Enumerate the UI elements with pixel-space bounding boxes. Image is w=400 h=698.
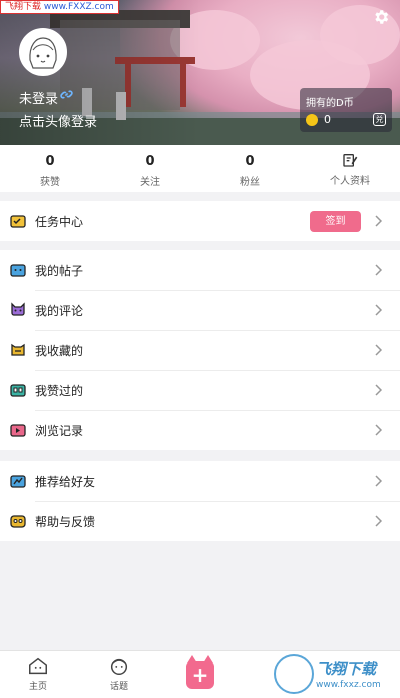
topics-icon <box>108 655 130 677</box>
dcoin-title: 拥有的D币 <box>306 98 354 109</box>
chevron-right-icon <box>375 384 383 396</box>
stat-following[interactable]: 0 关注 <box>100 145 200 192</box>
chevron-right-icon <box>375 515 383 527</box>
menu-item-label: 浏览记录 <box>35 423 84 438</box>
stat-label: 关注 <box>140 177 160 188</box>
coin-icon <box>306 114 318 126</box>
login-status: 未登录 <box>19 88 58 107</box>
watermark-logo <box>274 654 314 694</box>
history-icon <box>10 422 26 438</box>
watermark-site: www.fxxz.com <box>316 680 381 690</box>
watermark-site: www.FXXZ.com <box>43 2 114 12</box>
chevron-right-icon <box>375 304 383 316</box>
menu-item-my-comments[interactable]: 我的评论 <box>0 290 400 330</box>
dcoin-panel[interactable]: 拥有的D币 0 兑 <box>300 88 392 132</box>
menu-item-my-posts[interactable]: 我的帖子 <box>0 250 400 290</box>
nav-home[interactable]: 主页 <box>13 655 63 692</box>
chevron-right-icon <box>375 344 383 356</box>
menu-item-label: 推荐给好友 <box>35 474 96 489</box>
stat-label: 获赞 <box>40 177 60 188</box>
task-group: 任务中心 签到 <box>0 201 400 241</box>
dcoin-value: 0 <box>324 113 331 126</box>
home-icon <box>27 655 49 677</box>
link-icon[interactable] <box>60 88 73 101</box>
task-center-label: 任务中心 <box>35 214 84 229</box>
stat-value: 0 <box>45 154 55 169</box>
stat-value: 0 <box>145 154 155 169</box>
menu-item-my-favorites[interactable]: 我收藏的 <box>0 330 400 370</box>
menu-item-label: 帮助与反馈 <box>35 514 96 529</box>
chevron-right-icon <box>375 264 383 276</box>
chevron-right-icon <box>375 215 383 227</box>
menu-item-share[interactable]: 推荐给好友 <box>0 461 400 501</box>
menu-item-liked[interactable]: 我赞过的 <box>0 370 400 410</box>
menu-item-history[interactable]: 浏览记录 <box>0 410 400 450</box>
login-hint[interactable]: 点击头像登录 <box>19 111 97 130</box>
watermark-top: 飞翔下载 www.FXXZ.com <box>0 0 119 14</box>
stat-likes[interactable]: 0 获赞 <box>0 145 100 192</box>
stat-value: 0 <box>245 154 255 169</box>
favorite-icon <box>10 342 26 358</box>
watermark-text: 飞翔下载 <box>316 660 377 678</box>
nav-topics[interactable]: 话题 <box>94 655 144 692</box>
login-status-text: 未登录 <box>19 92 59 107</box>
gear-icon[interactable] <box>372 8 390 26</box>
watermark-prefix: 飞翔下载 <box>5 2 42 12</box>
watermark-bottom: 飞翔下载 www.fxxz.com <box>272 652 400 698</box>
nav-topics-label: 话题 <box>109 682 128 692</box>
menu-item-help-feedback[interactable]: 帮助与反馈 <box>0 501 400 541</box>
plus-icon: + <box>191 663 209 687</box>
profile-edit-icon <box>342 152 358 168</box>
sign-in-button[interactable]: 签到 <box>310 211 361 232</box>
help-icon <box>10 513 26 529</box>
liked-icon <box>10 382 26 398</box>
stat-profile[interactable]: 个人资料 <box>300 145 400 192</box>
menu-main-group: 我的帖子 我的评论 我收藏的 我赞过的 浏览记录 <box>0 250 400 450</box>
task-icon <box>10 213 26 229</box>
menu-item-label: 我赞过的 <box>35 383 84 398</box>
posts-icon <box>10 262 26 278</box>
menu-item-label: 我的帖子 <box>35 263 84 278</box>
stat-label: 个人资料 <box>330 176 370 187</box>
comment-icon <box>10 302 26 318</box>
chevron-right-icon <box>375 424 383 436</box>
stats-row: 0 获赞 0 关注 0 粉丝 个人资料 <box>0 145 400 192</box>
stat-label: 粉丝 <box>240 177 260 188</box>
avatar[interactable] <box>19 28 67 76</box>
exchange-button[interactable]: 兑 <box>373 113 386 126</box>
nav-home-label: 主页 <box>28 682 47 692</box>
task-center-row[interactable]: 任务中心 签到 <box>0 201 400 241</box>
menu-item-label: 我的评论 <box>35 303 84 318</box>
stat-fans[interactable]: 0 粉丝 <box>200 145 300 192</box>
share-icon <box>10 473 26 489</box>
menu-item-label: 我收藏的 <box>35 343 84 358</box>
new-post-button[interactable]: + <box>186 655 214 689</box>
menu-other-group: 推荐给好友 帮助与反馈 <box>0 461 400 541</box>
chevron-right-icon <box>375 475 383 487</box>
